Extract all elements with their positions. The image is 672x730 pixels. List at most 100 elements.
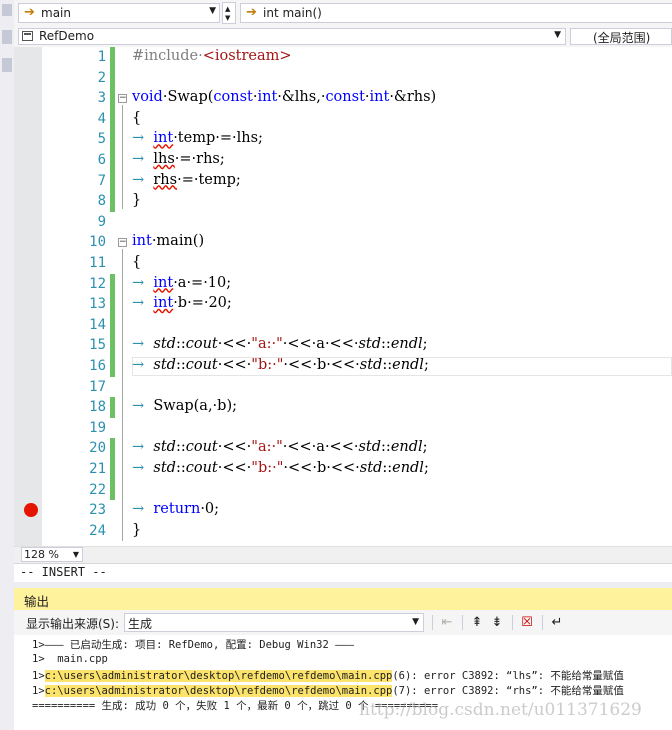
scope-combo[interactable]: (全局范围) <box>570 28 672 45</box>
include-path-token: <iostream> <box>202 48 292 64</box>
error-file-path[interactable]: c:\users\administrator\desktop\refdemo\r… <box>44 670 393 682</box>
scope-combo-value: (全局范围) <box>593 31 651 45</box>
output-line: 1>c:\users\administrator\desktop\refdemo… <box>32 683 624 698</box>
change-marker <box>110 314 115 336</box>
project-combo-value: RefDemo <box>39 29 95 43</box>
namespace-token: std <box>358 336 382 353</box>
zoom-combo[interactable]: 128 % ▼ <box>21 547 83 562</box>
output-panel-header[interactable]: 输出 <box>14 588 672 610</box>
breakpoint-icon[interactable] <box>24 503 38 518</box>
identifier-token: b <box>316 460 327 476</box>
collapse-icon[interactable]: − <box>118 94 127 104</box>
error-message: (6): error C3892: “lhs”: 不能给常量赋值 <box>392 670 624 682</box>
line-number: 9 <box>97 213 106 230</box>
keyword-token: const <box>325 89 365 106</box>
navigation-bar: ➔ main ▼ ▲ ▼ ➔ int main() <box>14 0 672 28</box>
namespace-token: std <box>359 460 383 476</box>
identifier-token: a <box>316 336 325 353</box>
code-line: 7 → rhs·=·temp; <box>14 170 672 192</box>
file-scope-bar: RefDemo ▼ (全局范围) <box>14 27 672 48</box>
code-line: 19 <box>14 418 672 439</box>
change-marker <box>110 294 115 315</box>
keyword-token: int <box>132 233 152 250</box>
line-number: 19 <box>89 419 106 436</box>
toolbar-separator <box>432 615 433 630</box>
change-marker <box>110 335 115 356</box>
identifier-token: endl <box>392 460 424 476</box>
collapse-icon[interactable]: − <box>118 238 127 248</box>
toolbar-separator <box>512 615 513 630</box>
identifier-token: cout <box>185 336 218 353</box>
left-tool-strip <box>0 0 15 730</box>
string-token: "b:·" <box>251 357 284 373</box>
line-number: 17 <box>89 378 106 395</box>
identifier-token: a <box>316 439 325 456</box>
line-number: 3 <box>97 90 106 107</box>
find-message-icon[interactable]: ⇤ <box>438 614 456 631</box>
function-combo[interactable]: ➔ int main() <box>240 3 672 23</box>
code-line: 13 → int·b·=·20; <box>14 294 672 315</box>
code-line: 4 { <box>14 108 672 130</box>
identifier-token: endl <box>390 336 423 353</box>
arrow-icon: ➔ <box>24 5 35 20</box>
code-line: 18 → Swap(a,·b); <box>14 397 672 418</box>
line-number: 5 <box>97 131 106 148</box>
code-token: ·main() <box>151 233 205 250</box>
line-number: 14 <box>89 316 106 333</box>
error-file-path[interactable]: c:\users\administrator\desktop\refdemo\r… <box>44 685 393 697</box>
brace-token: } <box>132 521 142 538</box>
line-number: 10 <box>89 234 106 251</box>
line-number: 8 <box>97 193 106 210</box>
identifier-token: cout <box>185 460 218 476</box>
line-number: 2 <box>97 69 106 86</box>
chevron-down-icon: ▼ <box>225 14 231 22</box>
output-line-prefix: 1> <box>32 685 45 697</box>
split-button[interactable]: ▲ ▼ <box>222 2 236 24</box>
line-number: 18 <box>89 399 106 416</box>
chevron-up-icon: ▲ <box>225 5 231 13</box>
next-message-icon[interactable]: ⇟ <box>488 614 506 631</box>
code-token: ·&rhs) <box>389 89 437 106</box>
output-source-combo[interactable]: 生成 ▼ <box>124 613 424 632</box>
code-line: 1 #include·<iostream> <box>14 47 672 68</box>
brace-token: } <box>132 192 142 209</box>
member-combo[interactable]: ➔ main ▼ <box>18 3 220 23</box>
line-number: 13 <box>89 296 106 313</box>
string-token: "a:·" <box>251 336 283 353</box>
code-token: ·=·temp; <box>177 171 241 188</box>
output-line-prefix: 1> <box>32 670 45 682</box>
word-wrap-icon[interactable]: ↵ <box>548 614 566 631</box>
namespace-token: std <box>359 357 383 373</box>
code-line: 12 → int·a·=·10; <box>14 273 672 295</box>
line-number: 23 <box>89 502 106 519</box>
output-text-area[interactable]: 1>——— 已启动生成: 项目: RefDemo, 配置: Debug Win3… <box>14 635 672 730</box>
code-line: 20 → std::cout·<<·"a:·"·<<·a·<<·std::end… <box>14 438 672 459</box>
preprocessor-token: #include· <box>132 48 203 64</box>
code-line: 17 <box>14 377 672 398</box>
keyword-token: int <box>153 274 174 291</box>
code-token: Swap(a,·b); <box>153 398 237 415</box>
code-token: ·temp·=·lhs; <box>173 130 263 147</box>
code-editor[interactable]: 1 #include·<iostream> 2 3 − void·Swap(co… <box>14 47 672 546</box>
chevron-down-icon: ▼ <box>412 617 419 627</box>
code-token: ·0; <box>200 501 220 518</box>
change-marker <box>110 273 115 295</box>
code-line: 11 { <box>14 253 672 274</box>
zoom-value: 128 % <box>24 548 59 561</box>
line-number: 20 <box>89 440 106 457</box>
line-number: 4 <box>97 110 106 127</box>
error-token: lhs <box>153 151 175 167</box>
project-combo[interactable]: RefDemo ▼ <box>18 28 566 45</box>
output-line: 1>——— 已启动生成: 项目: RefDemo, 配置: Debug Win3… <box>32 639 355 651</box>
clear-icon[interactable]: ☒ <box>518 614 536 631</box>
change-marker <box>110 459 115 480</box>
prev-message-icon[interactable]: ⇞ <box>468 614 486 631</box>
change-marker <box>110 47 115 68</box>
identifier-token: cout <box>185 357 218 373</box>
code-line: 24 } <box>14 521 672 542</box>
code-line: 2 <box>14 67 672 89</box>
line-number: 11 <box>89 255 106 271</box>
line-number: 7 <box>97 172 106 189</box>
change-marker <box>110 479 115 501</box>
identifier-token: b <box>316 357 327 373</box>
